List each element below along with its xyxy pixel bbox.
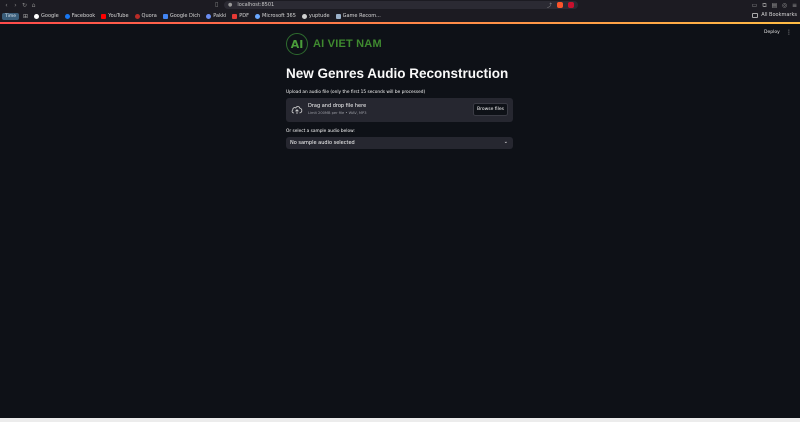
microsoft-365-icon bbox=[255, 13, 261, 19]
upload-label: Upload an audio file (only the first 15 … bbox=[286, 90, 426, 95]
brave-rewards-icon[interactable] bbox=[568, 2, 574, 8]
file-dropzone[interactable]: Drag and drop file here Limit 200MB per … bbox=[286, 98, 513, 122]
streamlit-app: Deploy ⋮ bbox=[0, 24, 800, 418]
vpn-icon[interactable]: ◎ bbox=[781, 2, 788, 9]
browse-files-button[interactable]: Browse files bbox=[473, 103, 508, 116]
brave-shields-icon[interactable] bbox=[557, 2, 563, 8]
extensions-icon[interactable]: ⧉ bbox=[761, 2, 768, 9]
nav-buttons: ‹ › ↻ ⌂ bbox=[2, 0, 38, 10]
apps-grid-icon[interactable]: ⊞ bbox=[23, 13, 28, 20]
all-bookmarks[interactable]: All Bookmarks bbox=[752, 12, 797, 18]
bookmark-google-dich[interactable]: Google Dich bbox=[162, 13, 200, 19]
dropzone-instructions: Drag and drop file here bbox=[308, 103, 367, 109]
url-text[interactable]: localhost:8501 bbox=[237, 2, 274, 8]
bookmark-pdf[interactable]: PDF bbox=[232, 13, 249, 19]
dropzone-limit: Limit 200MB per file • WAV, MP3 bbox=[308, 111, 367, 115]
logo: AI AI VIET NAM bbox=[286, 33, 382, 55]
site-info-icon[interactable]: ● bbox=[228, 2, 232, 8]
bookmark-game-recom[interactable]: Game Recom... bbox=[335, 13, 381, 19]
logo-mark: AI bbox=[286, 33, 308, 55]
logo-text: AI VIET NAM bbox=[313, 38, 382, 50]
bookmark-facebook[interactable]: Facebook bbox=[64, 13, 95, 19]
bookmark-page-icon[interactable]: ▯ bbox=[215, 1, 221, 8]
bookmarks-bar: Time ⊞ Google Facebook YouTube Quora Goo… bbox=[0, 10, 800, 22]
bookmark-youtube[interactable]: YouTube bbox=[101, 13, 129, 19]
cloud-upload-icon bbox=[291, 106, 303, 114]
game-icon bbox=[335, 13, 341, 19]
address-bar[interactable]: ● localhost:8501 ⤴ bbox=[224, 1, 578, 9]
facebook-icon bbox=[64, 13, 70, 19]
sample-label: Or select a sample audio below: bbox=[286, 129, 355, 134]
bookmark-time[interactable]: Time bbox=[2, 12, 20, 20]
kebab-menu-icon[interactable]: ⋮ bbox=[786, 29, 792, 36]
forward-icon[interactable]: › bbox=[11, 0, 20, 10]
browser-toolbar: ‹ › ↻ ⌂ ▯ ● localhost:8501 ⤴ ▭ ⧉ ▤ ◎ ≡ bbox=[0, 0, 800, 10]
bookmark-google[interactable]: Google bbox=[34, 13, 59, 19]
share-icon[interactable]: ⤴ bbox=[547, 2, 552, 9]
sidebar-icon[interactable]: ▭ bbox=[751, 2, 758, 9]
bookmark-quora[interactable]: Quora bbox=[134, 13, 157, 19]
sample-audio-select[interactable]: No sample audio selected ⌄ bbox=[286, 137, 513, 149]
chevron-down-icon[interactable]: ⌄ bbox=[504, 139, 508, 145]
globe-icon bbox=[301, 13, 307, 19]
back-icon[interactable]: ‹ bbox=[2, 0, 11, 10]
pakki-icon bbox=[206, 13, 212, 19]
pdf-icon bbox=[232, 13, 238, 19]
bottom-strip bbox=[0, 418, 800, 422]
page-title: New Genres Audio Reconstruction bbox=[286, 66, 509, 81]
browser-menu-icon[interactable]: ≡ bbox=[791, 2, 798, 9]
reload-icon[interactable]: ↻ bbox=[20, 0, 29, 10]
bookmark-microsoft-365[interactable]: Microsoft 365 bbox=[255, 13, 296, 19]
home-icon[interactable]: ⌂ bbox=[29, 0, 38, 10]
google-translate-icon bbox=[162, 13, 168, 19]
deploy-button[interactable]: Deploy bbox=[764, 30, 780, 35]
google-icon bbox=[34, 13, 40, 19]
quora-icon bbox=[134, 13, 140, 19]
youtube-icon bbox=[101, 13, 107, 19]
select-value: No sample audio selected bbox=[290, 140, 355, 146]
wallet-icon[interactable]: ▤ bbox=[771, 2, 778, 9]
browser-window: ‹ › ↻ ⌂ ▯ ● localhost:8501 ⤴ ▭ ⧉ ▤ ◎ ≡ T… bbox=[0, 0, 800, 422]
toolbar-right: ▭ ⧉ ▤ ◎ ≡ bbox=[751, 0, 798, 10]
folder-icon bbox=[752, 12, 759, 18]
bookmark-pakki[interactable]: Pakki bbox=[206, 13, 226, 19]
address-bar-actions: ⤴ bbox=[547, 1, 574, 9]
bookmark-yuptude[interactable]: yuptude bbox=[301, 13, 330, 19]
